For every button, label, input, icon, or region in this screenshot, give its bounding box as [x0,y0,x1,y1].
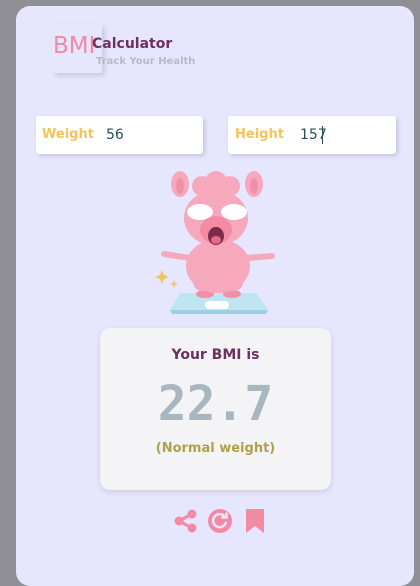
bmi-result-title: Your BMI is [171,347,260,363]
height-input[interactable] [300,125,390,145]
logo-text: BMI [53,33,96,59]
app-subtitle: Track Your Health [96,56,196,67]
height-label: Height [235,127,284,142]
share-icon[interactable] [173,508,199,534]
weight-field[interactable]: Weight [36,116,203,154]
weight-label: Weight [42,127,94,142]
height-field[interactable]: Height [228,116,396,154]
refresh-icon[interactable] [207,508,233,534]
bmi-result-panel: Your BMI is 22.7 (Normal weight) [100,328,331,490]
bmi-category: (Normal weight) [155,441,276,456]
bookmark-icon[interactable] [242,508,268,534]
action-bar [0,508,420,536]
bmi-result-value: 22.7 [157,376,274,432]
text-caret [322,126,323,144]
weight-input[interactable] [106,125,196,145]
app-title: Calculator [92,36,173,52]
llama-mascot-illustration [155,171,275,314]
